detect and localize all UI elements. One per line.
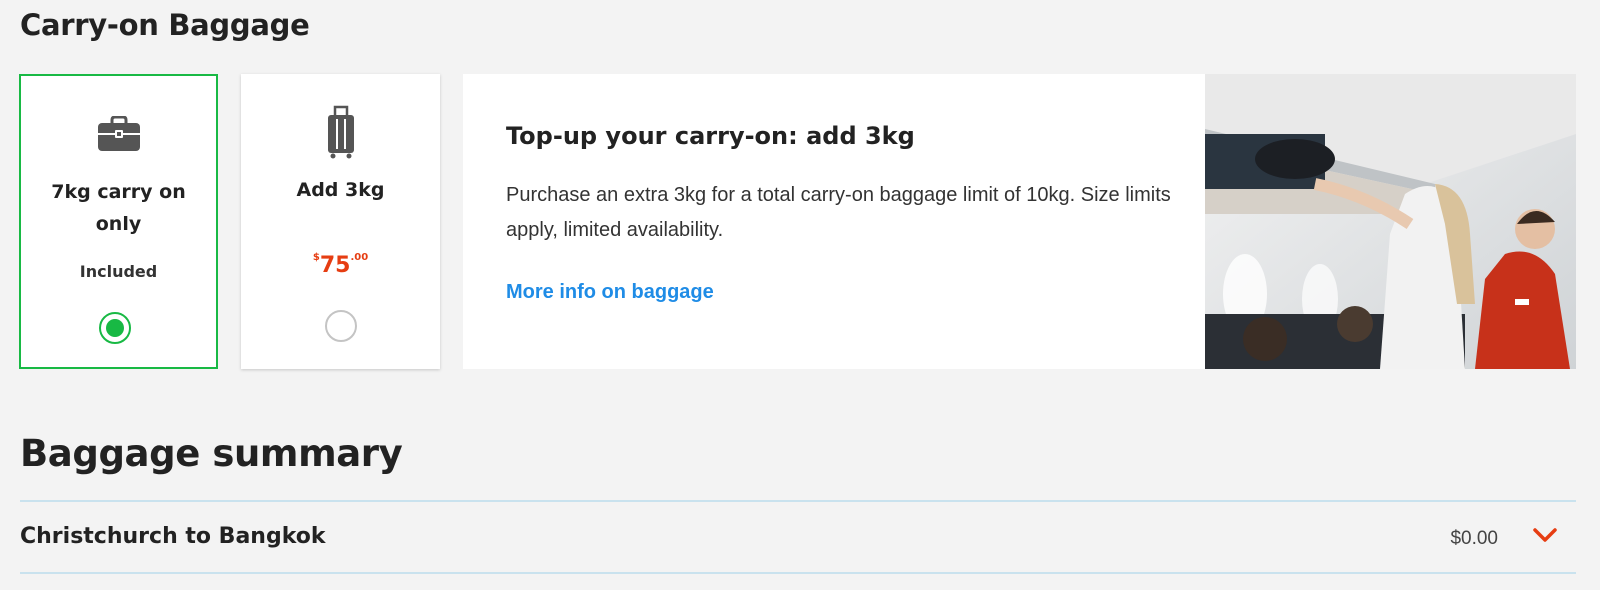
chevron-down-icon[interactable] [1532,524,1558,546]
info-panel: Top-up your carry-on: add 3kg Purchase a… [463,74,1576,369]
baggage-summary-title: Baggage summary [20,432,403,475]
option-label: Add 3kg [296,179,385,201]
price-cents: .00 [350,252,369,263]
briefcase-icon [21,108,216,160]
option-radio-unselected[interactable] [324,310,357,342]
summary-route-row[interactable]: Christchurch to Bangkok $0.00 [20,500,1576,574]
option-card-7kg-included[interactable]: 7kg carry on only Included [19,74,218,369]
more-info-link[interactable]: More info on baggage [506,281,714,304]
price-main: 75 [319,253,351,278]
rolling-suitcase-icon [241,105,440,159]
route-price: $0.00 [1450,528,1498,549]
info-description: Purchase an extra 3kg for a total carry-… [506,184,1171,241]
info-title: Top-up your carry-on: add 3kg [506,122,915,150]
option-price: $75.00 [241,252,440,278]
option-radio-selected[interactable] [98,312,131,344]
route-label: Christchurch to Bangkok [20,524,326,549]
price-currency: $ [312,252,320,263]
option-label: 7kg carry on only [51,181,186,235]
cabin-overhead-bin-image [1205,74,1576,369]
included-label: Included [79,262,158,281]
option-card-add-3kg[interactable]: Add 3kg $75.00 [241,74,440,369]
carry-on-section-title: Carry-on Baggage [20,8,310,42]
